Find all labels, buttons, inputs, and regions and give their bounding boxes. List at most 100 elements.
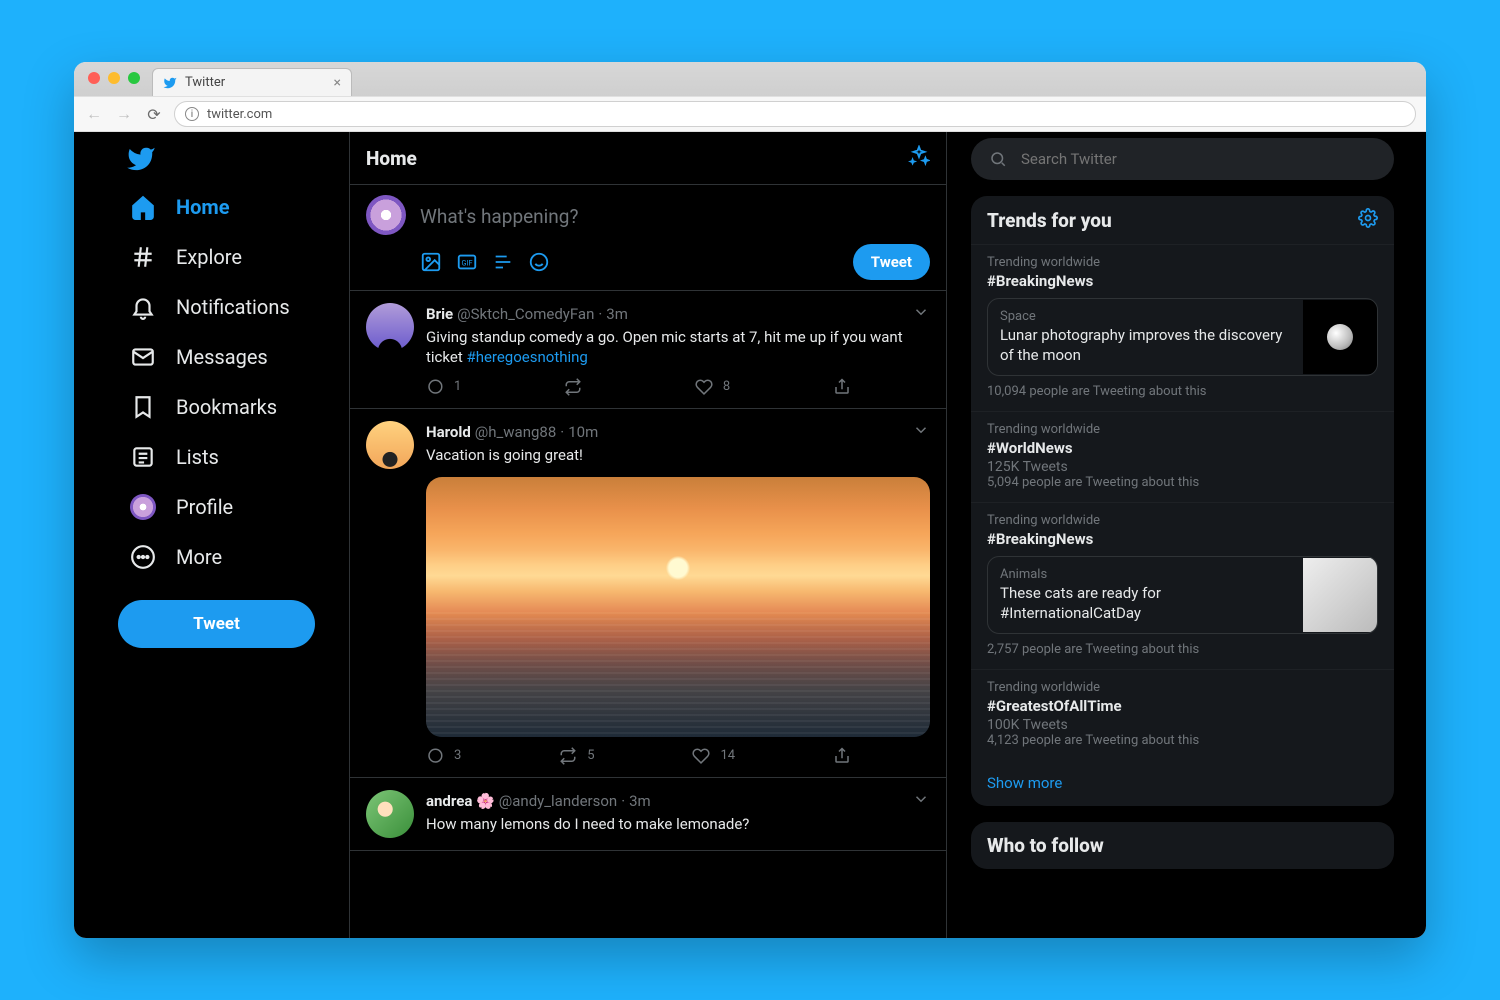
trend-item[interactable]: Trending worldwide #BreakingNews Space L…: [971, 244, 1394, 411]
trend-meta: Trending worldwide: [987, 422, 1378, 437]
sidebar-item-label: Home: [176, 195, 230, 219]
retweet-button[interactable]: [564, 378, 592, 396]
tweet-author-name[interactable]: Brie: [426, 305, 453, 323]
browser-tab[interactable]: Twitter ×: [152, 68, 352, 96]
gif-icon[interactable]: GIF: [456, 251, 478, 273]
card-thumbnail: [1303, 300, 1377, 374]
trend-footer: 4,123 people are Tweeting about this: [987, 733, 1378, 748]
poll-icon[interactable]: [492, 251, 514, 273]
like-button[interactable]: 14: [692, 747, 735, 765]
trend-hashtag: #BreakingNews: [987, 272, 1378, 290]
top-tweets-icon[interactable]: [908, 145, 930, 171]
trends-panel: Trends for you Trending worldwide #Break…: [971, 196, 1394, 806]
browser-window: Twitter × ← → ⟳ i twitter.com Home Explo…: [74, 62, 1426, 938]
tab-close-icon[interactable]: ×: [334, 75, 341, 91]
sidebar-item-label: Lists: [176, 445, 219, 469]
tweet-text: How many lemons do I need to make lemona…: [426, 814, 930, 834]
trend-item[interactable]: Trending worldwide #BreakingNews Animals…: [971, 502, 1394, 669]
tweet[interactable]: andrea 🌸 @andy_landerson · 3m How many l…: [350, 778, 946, 851]
tweet-avatar[interactable]: [366, 303, 414, 351]
sidebar-item-messages[interactable]: Messages: [118, 332, 337, 382]
trend-footer: 5,094 people are Tweeting about this: [987, 475, 1378, 490]
page-title: Home: [366, 147, 417, 170]
maximize-window-button[interactable]: [128, 72, 140, 84]
reply-button[interactable]: 1: [426, 378, 461, 396]
retweet-button[interactable]: 5: [559, 747, 594, 765]
share-button[interactable]: [833, 378, 851, 396]
sidebar-item-profile[interactable]: Profile: [118, 482, 337, 532]
twitter-logo-icon[interactable]: [126, 144, 156, 174]
trend-item[interactable]: Trending worldwide #GreatestOfAllTime 10…: [971, 669, 1394, 760]
media-icon[interactable]: [420, 251, 442, 273]
share-button[interactable]: [833, 747, 851, 765]
sidebar-item-label: Notifications: [176, 295, 290, 319]
show-more-link[interactable]: Show more: [971, 760, 1394, 806]
envelope-icon: [130, 344, 156, 370]
minimize-window-button[interactable]: [108, 72, 120, 84]
trend-tweet-count: 100K Tweets: [987, 717, 1378, 733]
sidebar-item-more[interactable]: More: [118, 532, 337, 582]
trend-meta: Trending worldwide: [987, 255, 1378, 270]
sidebar-item-bookmarks[interactable]: Bookmarks: [118, 382, 337, 432]
sidebar-item-label: Messages: [176, 345, 268, 369]
tweet-actions: 3 5 14: [426, 747, 851, 765]
home-icon: [130, 194, 156, 220]
sidebar-item-lists[interactable]: Lists: [118, 432, 337, 482]
bookmark-icon: [130, 394, 156, 420]
tweet-author-handle[interactable]: @Sktch_ComedyFan: [457, 305, 594, 323]
tweet-author-name[interactable]: Harold: [426, 423, 471, 441]
sidebar: Home Explore Notifications Messages Book…: [74, 132, 349, 938]
who-to-follow-title: Who to follow: [987, 834, 1104, 857]
forward-button[interactable]: →: [114, 104, 134, 124]
tweet-author-name[interactable]: andrea 🌸: [426, 792, 495, 810]
more-icon: [130, 544, 156, 570]
tweet-caret-icon[interactable]: [912, 790, 930, 812]
trend-meta: Trending worldwide: [987, 680, 1378, 695]
tweet-media-image[interactable]: [426, 477, 930, 737]
trend-item[interactable]: Trending worldwide #WorldNews 125K Tweet…: [971, 411, 1394, 502]
like-button[interactable]: 8: [695, 378, 730, 396]
composer-avatar[interactable]: [366, 195, 406, 235]
tweet-avatar[interactable]: [366, 790, 414, 838]
trend-tweet-count: 125K Tweets: [987, 459, 1378, 475]
tweet-hashtag[interactable]: #heregoesnothing: [466, 348, 587, 366]
trend-hashtag: #WorldNews: [987, 439, 1378, 457]
close-window-button[interactable]: [88, 72, 100, 84]
search-input[interactable]: [1021, 150, 1376, 168]
back-button[interactable]: ←: [84, 104, 104, 124]
send-tweet-button[interactable]: Tweet: [853, 244, 930, 280]
composer-input[interactable]: What's happening?: [420, 195, 930, 244]
trend-card[interactable]: Space Lunar photography improves the dis…: [987, 298, 1378, 376]
browser-toolbar: ← → ⟳ i twitter.com: [74, 96, 1426, 132]
trend-card[interactable]: Animals These cats are ready for #Intern…: [987, 556, 1378, 634]
main-column: Home What's happening? GIF: [349, 132, 947, 938]
sidebar-item-label: Profile: [176, 495, 233, 519]
tweet-author-handle[interactable]: @h_wang88: [475, 423, 557, 441]
emoji-icon[interactable]: [528, 251, 550, 273]
reload-button[interactable]: ⟳: [144, 105, 164, 124]
card-category: Animals: [1000, 567, 1291, 582]
tweet-caret-icon[interactable]: [912, 303, 930, 325]
tweet-time: 3m: [629, 792, 651, 810]
hashtag-icon: [130, 244, 156, 270]
sidebar-item-explore[interactable]: Explore: [118, 232, 337, 282]
tweet-avatar[interactable]: [366, 421, 414, 469]
timeline-header: Home: [350, 132, 946, 185]
card-title: Lunar photography improves the discovery…: [1000, 326, 1291, 365]
trend-footer: 2,757 people are Tweeting about this: [987, 642, 1378, 657]
trends-settings-icon[interactable]: [1358, 208, 1378, 232]
reply-button[interactable]: 3: [426, 747, 461, 765]
compose-tweet-button[interactable]: Tweet: [118, 600, 315, 648]
sidebar-item-notifications[interactable]: Notifications: [118, 282, 337, 332]
tweet-text: Vacation is going great!: [426, 445, 930, 465]
site-info-icon[interactable]: i: [185, 107, 199, 121]
sidebar-item-home[interactable]: Home: [118, 182, 337, 232]
tweet[interactable]: Harold @h_wang88 · 10m Vacation is going…: [350, 409, 946, 778]
tweet-caret-icon[interactable]: [912, 421, 930, 443]
tweet[interactable]: Brie @Sktch_ComedyFan · 3m Giving standu…: [350, 291, 946, 409]
tweet-author-handle[interactable]: @andy_landerson: [499, 792, 617, 810]
trends-title: Trends for you: [987, 209, 1112, 232]
sidebar-item-label: Explore: [176, 245, 242, 269]
search-box[interactable]: [971, 138, 1394, 180]
address-bar[interactable]: i twitter.com: [174, 101, 1416, 127]
